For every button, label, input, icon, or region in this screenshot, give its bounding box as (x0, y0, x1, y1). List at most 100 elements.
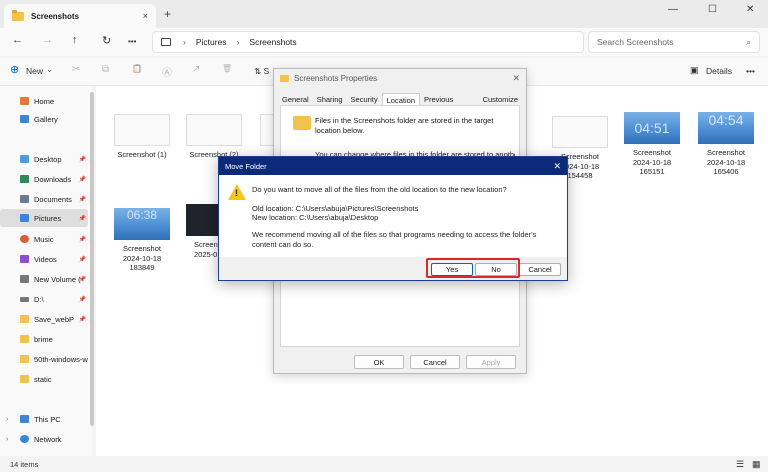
search-box[interactable]: Search Screenshots ⌕ (588, 31, 760, 53)
file-item[interactable]: Screenshot (1) (114, 114, 170, 160)
folder-icon (20, 335, 29, 343)
delete-icon[interactable]: 🗑 (222, 64, 232, 73)
close-icon[interactable]: ✕ (553, 161, 561, 172)
chevron-down-icon: ⌄ (46, 64, 54, 74)
status-bar: 14 items ☰ ▦ (0, 456, 768, 472)
thumbnail-clock: 04:54 (708, 112, 744, 128)
close-icon[interactable]: ✕ (512, 73, 520, 84)
sidebar-item-documents[interactable]: Documents 📌 (0, 190, 88, 208)
share-icon[interactable]: ↗ (192, 64, 200, 75)
thumbnail: 06:38 (114, 208, 170, 240)
minimize-button[interactable]: — (668, 4, 678, 15)
back-button[interactable]: ← (12, 34, 23, 46)
videos-icon (20, 255, 29, 263)
yes-no-highlight (426, 258, 520, 278)
file-item[interactable]: 04:54 Screenshot 2024-10-18 165406 (698, 112, 754, 177)
sidebar-item-label: Home (34, 96, 55, 106)
sidebar-item-network[interactable]: › Network (0, 430, 88, 448)
file-item[interactable]: 06:38 Screenshot 2024-10-18 183849 (114, 208, 170, 273)
paste-icon[interactable]: 📋 (132, 64, 142, 73)
chevron-right-icon[interactable]: › (6, 416, 8, 423)
sidebar-item-d-drive[interactable]: D:\ 📌 (0, 290, 88, 308)
folder-icon (280, 74, 289, 82)
sidebar-item-save-webp[interactable]: Save_webP 📌 (0, 310, 88, 328)
thumbnail: 04:51 (624, 112, 680, 144)
new-plus-icon: ⊕ (10, 64, 20, 76)
chevron-right-icon[interactable]: › (6, 436, 8, 443)
properties-buttons: OK Cancel Apply (354, 355, 516, 369)
sidebar-item-static[interactable]: static (0, 370, 88, 388)
sidebar-item-pictures[interactable]: Pictures 📌 (0, 209, 88, 227)
cancel-button[interactable]: Cancel (519, 263, 561, 276)
close-window-button[interactable]: ✕ (746, 4, 754, 15)
thumbnail: 04:54 (698, 112, 754, 144)
tiles-view-icon[interactable]: ▦ (752, 459, 761, 470)
sidebar-item-gallery[interactable]: Gallery (0, 110, 88, 128)
pin-icon: 📌 (78, 276, 86, 283)
file-name: Screenshot 2024-10-18 165406 (706, 148, 746, 176)
navigation-pane: Home Gallery Desktop 📌 Downloads 📌 Docum… (0, 86, 92, 456)
sidebar-item-50th-windows[interactable]: 50th-windows-w (0, 350, 88, 368)
more-options-button[interactable]: ••• (746, 66, 755, 76)
sidebar-item-label: Documents (34, 194, 72, 204)
ok-button[interactable]: OK (354, 355, 404, 369)
pin-icon: 📌 (78, 176, 86, 183)
sidebar-item-this-pc[interactable]: › This PC (0, 410, 88, 428)
file-item[interactable]: Screenshot 2025-0 1020 (186, 204, 222, 259)
breadcrumb-separator: › (236, 37, 240, 47)
tab-screenshots[interactable]: Screenshots × (4, 4, 156, 28)
location-info: Files in the Screenshots folder are stor… (315, 116, 494, 135)
navigation-bar: ← → ↑ ↻ ••• › Pictures › Screenshots Sea… (0, 28, 768, 56)
home-icon (20, 97, 29, 105)
details-view-icon[interactable]: ☰ (736, 459, 744, 470)
thumbnail (186, 114, 242, 146)
sidebar-item-label: Downloads (34, 174, 72, 184)
item-count: 14 items (10, 460, 39, 469)
warning-mark: ! (235, 188, 238, 198)
sidebar-item-desktop[interactable]: Desktop 📌 (0, 150, 88, 168)
thumbnail (186, 204, 222, 236)
desktop-icon (20, 155, 29, 163)
sidebar-scrollbar[interactable] (90, 92, 94, 426)
tab-close-icon[interactable]: × (143, 11, 148, 21)
breadcrumb-screenshots[interactable]: Screenshots (249, 37, 296, 47)
new-tab-button[interactable]: + (164, 7, 171, 21)
new-button[interactable]: New (26, 66, 43, 76)
up-button[interactable]: ↑ (72, 34, 78, 46)
more-nav-button[interactable]: ••• (128, 37, 136, 46)
breadcrumb-pictures[interactable]: Pictures (196, 37, 227, 47)
sidebar-item-label: Save_webP (34, 314, 75, 324)
sidebar-item-home[interactable]: Home (0, 92, 88, 110)
cut-icon[interactable]: ✂ (72, 64, 80, 75)
sidebar-item-music[interactable]: Music 📌 (0, 230, 88, 248)
copy-icon[interactable]: ⧉ (102, 64, 109, 75)
breadcrumb-separator: › (183, 37, 186, 47)
folder-icon (20, 315, 29, 323)
search-icon: ⌕ (746, 36, 751, 47)
forward-button[interactable]: → (42, 34, 53, 46)
sidebar-item-videos[interactable]: Videos 📌 (0, 250, 88, 268)
apply-button[interactable]: Apply (466, 355, 516, 369)
search-input[interactable]: Search Screenshots (597, 37, 746, 47)
sidebar-item-new-volume[interactable]: New Volume ( 📌 (0, 270, 88, 288)
pin-icon: 📌 (78, 196, 86, 203)
file-name: Screenshot (1) (117, 150, 167, 159)
properties-title-bar: Screenshots Properties ✕ (274, 69, 526, 87)
folder-icon (20, 375, 29, 383)
pictures-icon (20, 214, 29, 222)
rename-icon[interactable]: Ⓐ (162, 64, 172, 79)
details-button[interactable]: Details (706, 66, 732, 76)
maximize-button[interactable]: ☐ (708, 4, 717, 15)
pin-icon: 📌 (78, 256, 86, 263)
file-item[interactable]: Screenshot (2) (186, 114, 242, 160)
sidebar-item-downloads[interactable]: Downloads 📌 (0, 170, 88, 188)
address-bar[interactable]: › Pictures › Screenshots (152, 31, 584, 53)
refresh-button[interactable]: ↻ (102, 34, 111, 47)
folder-icon (12, 9, 24, 21)
thumbnail (552, 116, 608, 148)
sort-button[interactable]: ⇅ S (254, 66, 269, 77)
file-item[interactable]: 04:51 Screenshot 2024-10-18 165151 (624, 112, 680, 177)
cancel-button[interactable]: Cancel (410, 355, 460, 369)
folder-icon (20, 355, 29, 363)
sidebar-item-brime[interactable]: brime (0, 330, 88, 348)
